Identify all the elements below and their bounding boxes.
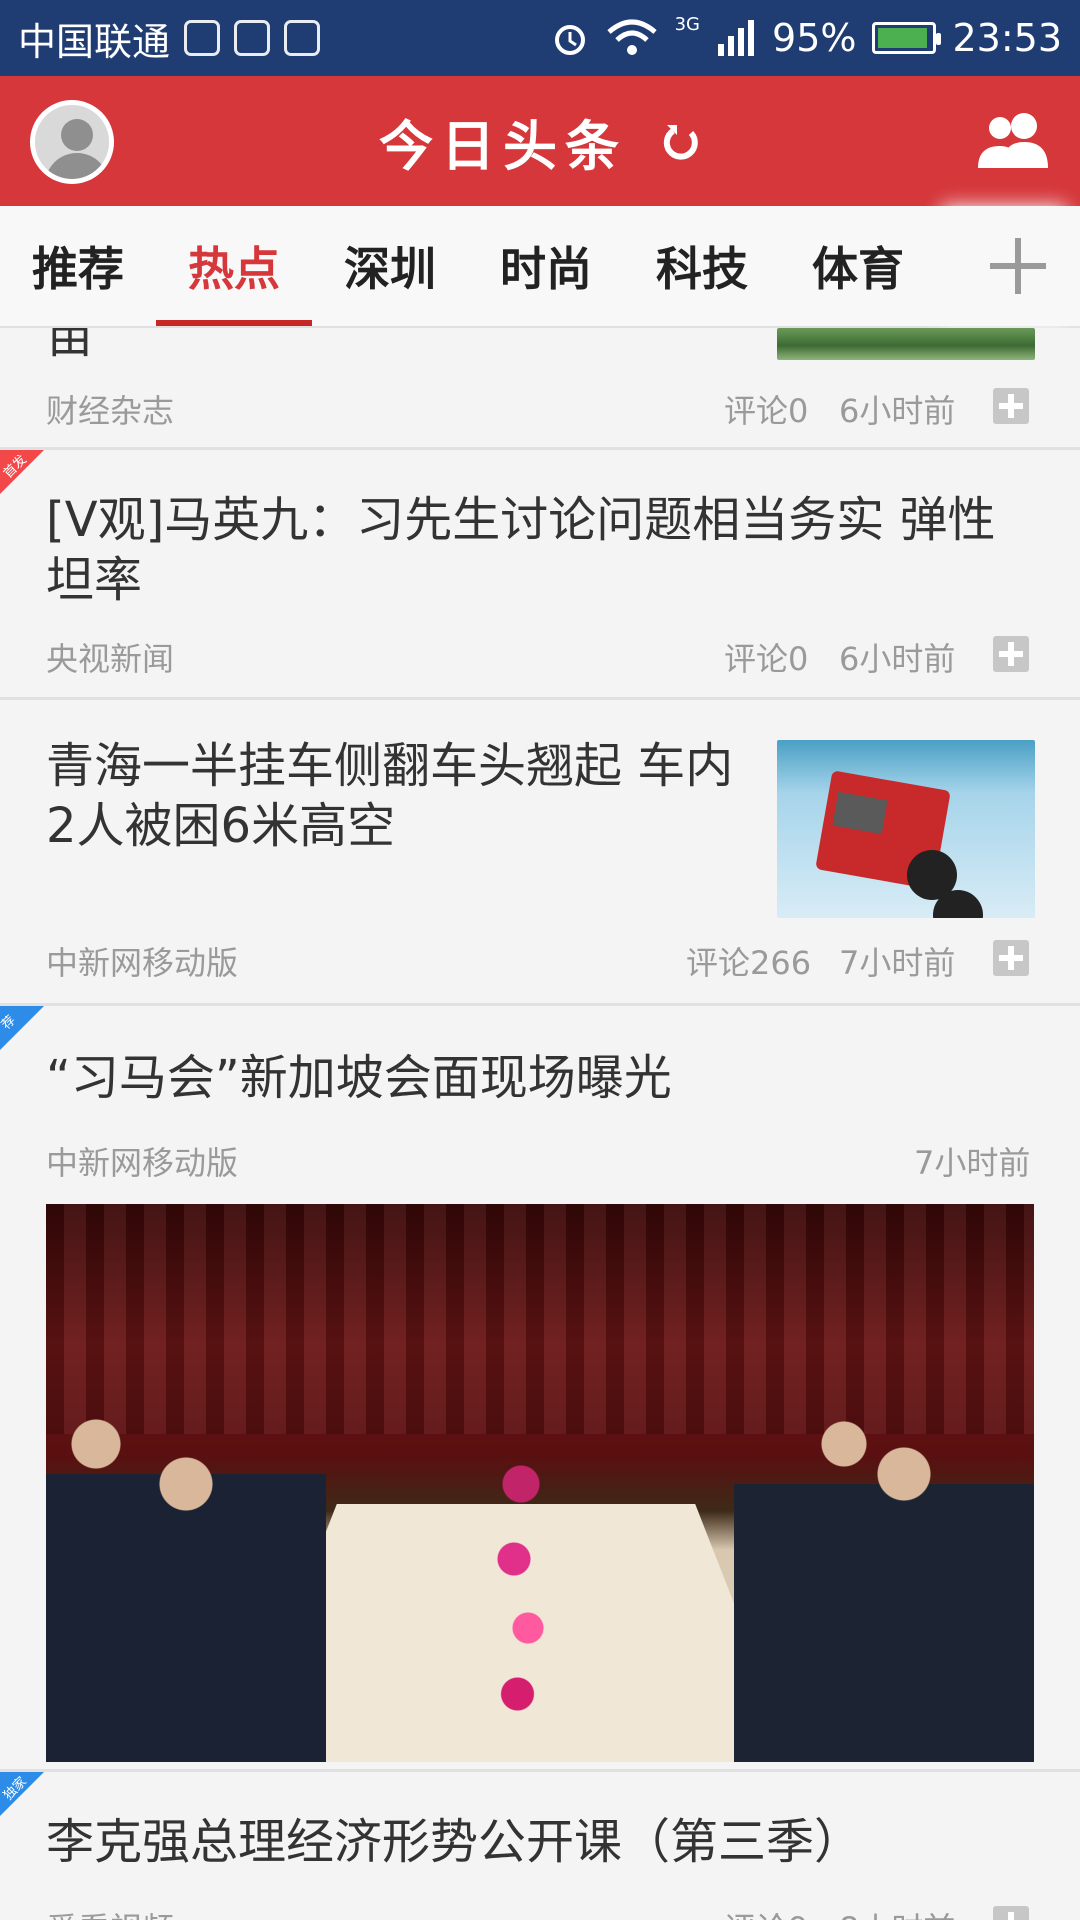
news-title: 青海一半挂车侧翻车头翘起 车内2人被困6米高空 xyxy=(46,738,734,854)
add-icon[interactable] xyxy=(993,388,1029,424)
list-item[interactable]: 独家 李克强总理经济形势公开课（第三季） 爱看视频 评论9 8小时前 xyxy=(0,1772,1080,1920)
comment-count: 评论9 xyxy=(724,1904,808,1920)
news-source: 财经杂志 xyxy=(46,392,175,430)
carrier-name: 中国联通 xyxy=(18,19,171,64)
list-item[interactable]: 首发 [V观]马英九：习先生讨论问题相当务实 弹性 坦率 央视新闻 评论0 6小… xyxy=(0,450,1080,700)
battery-percent: 95% xyxy=(772,16,857,60)
alarm-icon xyxy=(551,19,589,57)
news-source: 央视新闻 xyxy=(46,640,175,678)
app-title: 今日头条 xyxy=(379,114,627,178)
status-bar: 中国联通 3G 95% 23:53 xyxy=(0,0,1080,76)
add-icon[interactable] xyxy=(993,1906,1029,1920)
news-title: 李克强总理经济形势公开课（第三季） xyxy=(46,1814,863,1870)
tab-sports[interactable]: 体育 xyxy=(780,206,936,326)
comment-count: 评论0 xyxy=(724,392,809,430)
news-source: 爱看视频 xyxy=(46,1904,174,1920)
news-time: 6小时前 xyxy=(839,392,956,430)
news-time: 6小时前 xyxy=(839,640,956,678)
users-icon[interactable] xyxy=(978,110,1050,170)
category-tabs: 推荐 热点 深圳 时尚 科技 体育 xyxy=(0,206,1080,328)
add-icon[interactable] xyxy=(993,636,1029,672)
status-right: 3G 95% 23:53 xyxy=(551,13,1062,60)
news-time: 7小时前 xyxy=(839,944,956,982)
refresh-icon[interactable] xyxy=(661,121,701,161)
news-source: 中新网移动版 xyxy=(46,944,239,982)
tab-shenzhen[interactable]: 深圳 xyxy=(312,206,468,326)
comment-count: 评论266 xyxy=(686,944,812,982)
status-left: 中国联通 xyxy=(18,11,321,66)
network-type: 3G xyxy=(674,13,701,35)
news-title: 亩 xyxy=(46,328,95,364)
add-channel-button[interactable] xyxy=(956,206,1080,326)
tab-fashion[interactable]: 时尚 xyxy=(468,206,624,326)
exclusive-badge: 独家 xyxy=(0,1772,44,1816)
news-title: [V观]马英九：习先生讨论问题相当务实 弹性 坦率 xyxy=(46,492,996,608)
wifi-icon xyxy=(605,18,659,58)
tab-recommend[interactable]: 推荐 xyxy=(0,206,156,326)
app-header: 今日头条 xyxy=(0,76,1080,206)
news-feed: 亩 财经杂志 评论0 6小时前 首发 [V观]马英九：习先生讨论问题相当务实 弹… xyxy=(0,328,1080,1920)
news-thumbnail xyxy=(777,740,1035,918)
avatar[interactable] xyxy=(30,100,114,184)
news-time: 7小时前 xyxy=(914,1144,1031,1182)
list-item[interactable]: 亩 财经杂志 评论0 6小时前 xyxy=(0,328,1080,450)
tab-tech[interactable]: 科技 xyxy=(624,206,780,326)
news-time: 8小时前 xyxy=(839,1904,955,1920)
news-thumbnail xyxy=(777,328,1035,360)
recommend-badge: 荐 xyxy=(0,1006,44,1050)
huawei-icon xyxy=(284,20,321,56)
clock: 23:53 xyxy=(952,16,1062,60)
news-title: “习马会”新加坡会面现场曝光 xyxy=(46,1050,672,1106)
plus-icon xyxy=(990,238,1046,294)
image-icon xyxy=(234,20,271,56)
comment-count: 评论0 xyxy=(724,640,809,678)
battery-icon xyxy=(872,22,942,54)
tab-hot[interactable]: 热点 xyxy=(156,206,312,326)
news-source: 中新网移动版 xyxy=(46,1144,239,1182)
list-item[interactable]: 青海一半挂车侧翻车头翘起 车内2人被困6米高空 中新网移动版 评论266 7小时… xyxy=(0,700,1080,1006)
signal-icon xyxy=(716,18,756,58)
first-release-badge: 首发 xyxy=(0,450,44,494)
news-photo xyxy=(46,1204,1034,1762)
list-item[interactable]: 荐 “习马会”新加坡会面现场曝光 中新网移动版 7小时前 xyxy=(0,1006,1080,1772)
add-icon[interactable] xyxy=(993,940,1029,976)
android-icon xyxy=(184,20,221,56)
